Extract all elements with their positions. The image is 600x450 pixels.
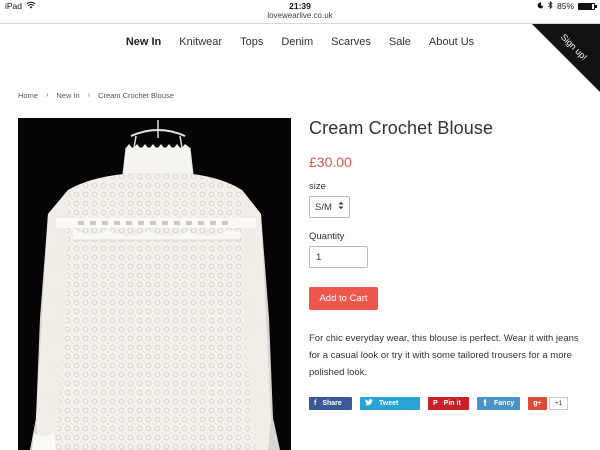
address-bar[interactable]: lovewearlive.co.uk <box>0 11 600 23</box>
nav-item-new-in[interactable]: New In <box>126 36 161 48</box>
product-image[interactable] <box>18 118 291 450</box>
twitter-share-label: Tweet <box>379 400 399 407</box>
address-bar-divider <box>0 23 600 24</box>
size-label: size <box>309 181 326 192</box>
google-plus-share[interactable]: g+ +1 <box>528 397 569 410</box>
status-right: 85% <box>537 0 597 11</box>
twitter-share-button[interactable]: Tweet <box>360 397 420 410</box>
pinterest-icon: P <box>433 400 438 407</box>
battery-fill <box>579 3 592 9</box>
blouse-illustration <box>30 120 280 450</box>
google-plus-count: +1 <box>549 397 569 410</box>
nav-item-denim[interactable]: Denim <box>281 36 313 48</box>
product-description: For chic everyday wear, this blouse is p… <box>309 333 579 378</box>
nav-item-sale[interactable]: Sale <box>389 36 411 48</box>
add-to-cart-button[interactable]: Add to Cart <box>309 287 378 310</box>
product-title: Cream Crochet Blouse <box>309 118 494 138</box>
breadcrumb-new-in[interactable]: New In <box>56 91 79 100</box>
battery-icon <box>578 2 597 10</box>
facebook-share-button[interactable]: f Share <box>309 397 352 410</box>
main-nav: New In Knitwear Tops Denim Scarves Sale … <box>0 36 600 48</box>
pinterest-share-label: Pin it <box>443 400 461 407</box>
fancy-icon <box>482 399 488 408</box>
product-price: £30.00 <box>309 154 352 170</box>
twitter-icon <box>365 399 373 408</box>
nav-item-scarves[interactable]: Scarves <box>331 36 371 48</box>
pinterest-share-button[interactable]: P Pin it <box>428 397 469 410</box>
clock: 21:39 <box>289 1 311 11</box>
select-arrows-icon <box>338 201 344 213</box>
nav-item-tops[interactable]: Tops <box>240 36 263 48</box>
product-info: Cream Crochet Blouse £30.00 size S/M Qua… <box>309 118 589 410</box>
bluetooth-icon <box>548 0 553 11</box>
quantity-label: Quantity <box>309 231 345 242</box>
battery-percent: 85% <box>556 1 574 11</box>
quantity-field[interactable] <box>309 246 368 268</box>
chevron-right-icon: › <box>46 92 49 99</box>
facebook-icon: f <box>314 400 317 407</box>
nav-item-about-us[interactable]: About Us <box>429 36 474 48</box>
fancy-share-button[interactable]: Fancy <box>477 397 520 410</box>
moon-icon <box>537 1 544 11</box>
breadcrumb-current: Cream Crochet Blouse <box>98 91 174 100</box>
size-select[interactable]: S/M <box>309 196 350 218</box>
nav-item-knitwear[interactable]: Knitwear <box>179 36 222 48</box>
facebook-share-label: Share <box>322 400 342 407</box>
breadcrumb-home[interactable]: Home <box>18 91 38 100</box>
signup-corner-ribbon[interactable]: Sign up! <box>532 24 600 92</box>
fancy-share-label: Fancy <box>494 400 515 407</box>
google-plus-icon[interactable]: g+ <box>528 397 547 410</box>
size-select-value: S/M <box>315 201 332 213</box>
breadcrumb: Home › New In › Cream Crochet Blouse <box>18 91 174 100</box>
social-share-bar: f Share Tweet P Pin it Fancy g+ +1 <box>309 397 569 410</box>
chevron-right-icon: › <box>87 92 91 99</box>
